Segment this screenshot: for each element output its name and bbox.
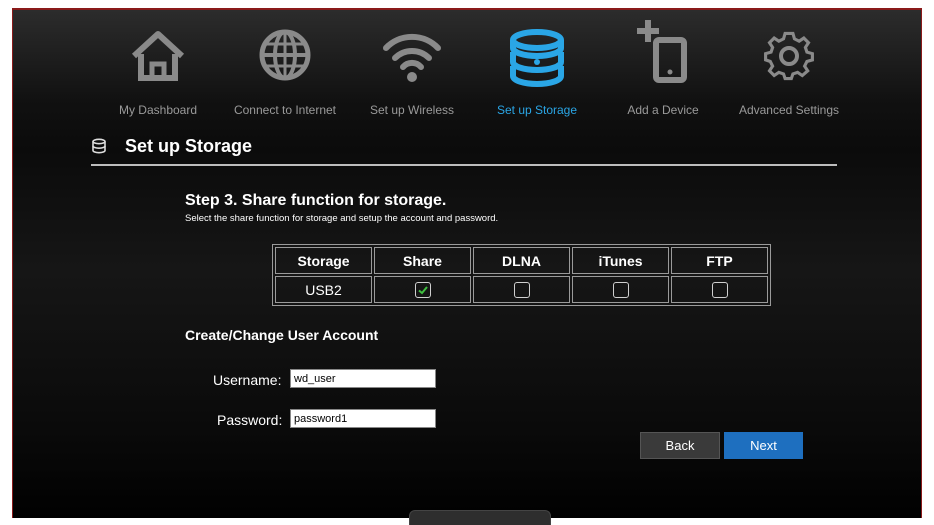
app-window: My Dashboard Connect to Internet Set up … [12, 8, 922, 525]
column-header-ftp: FTP [671, 247, 768, 274]
storage-icon [510, 29, 564, 87]
checkmark-icon [417, 286, 428, 295]
share-function-table: Storage Share DLNA iTunes FTP USB2 [272, 244, 771, 306]
column-header-share: Share [374, 247, 471, 274]
share-cell [374, 276, 471, 303]
username-field[interactable] [290, 369, 436, 388]
storage-small-icon [92, 138, 106, 154]
ftp-cell [671, 276, 768, 303]
nav-advanced-settings[interactable]: Advanced Settings [729, 20, 849, 120]
nav-setup-wireless[interactable]: Set up Wireless [352, 20, 472, 120]
username-label: Username: [213, 372, 282, 388]
page-title: Set up Storage [125, 136, 253, 156]
column-header-storage: Storage [275, 247, 372, 274]
itunes-checkbox[interactable] [612, 282, 629, 299]
column-header-dlna: DLNA [473, 247, 570, 274]
nav-add-device[interactable]: Add a Device [603, 20, 723, 120]
nav-label: Connect to Internet [233, 103, 337, 117]
ftp-checkbox[interactable] [711, 282, 728, 299]
dlna-cell [473, 276, 570, 303]
step-heading: Step 3. Share function for storage. [185, 192, 447, 209]
nav-label: My Dashboard [118, 103, 198, 117]
password-label: Password: [217, 412, 283, 428]
nav-label: Advanced Settings [738, 103, 840, 117]
table-row: USB2 [275, 276, 768, 303]
storage-name-cell: USB2 [275, 276, 372, 303]
column-header-itunes: iTunes [572, 247, 669, 274]
home-icon [131, 31, 185, 81]
table-header-row: Storage Share DLNA iTunes FTP [275, 247, 768, 274]
nav-label: Add a Device [627, 103, 699, 117]
page-header: Set up Storage [91, 134, 837, 166]
next-button[interactable]: Next [724, 432, 803, 459]
wifi-icon [383, 33, 441, 82]
back-button[interactable]: Back [640, 432, 720, 459]
nav-setup-storage[interactable]: Set up Storage [477, 20, 597, 120]
password-field[interactable] [290, 409, 436, 428]
dlna-checkbox[interactable] [513, 282, 530, 299]
add-device-icon [637, 20, 687, 83]
nav-my-dashboard[interactable]: My Dashboard [98, 20, 218, 120]
share-checkbox[interactable] [414, 282, 431, 299]
nav-label: Set up Wireless [369, 103, 455, 117]
nav-label: Set up Storage [496, 103, 578, 117]
step-description: Select the share function for storage an… [185, 213, 499, 224]
nav-connect-internet[interactable]: Connect to Internet [225, 20, 345, 120]
globe-icon [259, 29, 311, 81]
gear-icon [764, 31, 814, 81]
itunes-cell [572, 276, 669, 303]
account-heading: Create/Change User Account [185, 327, 379, 343]
